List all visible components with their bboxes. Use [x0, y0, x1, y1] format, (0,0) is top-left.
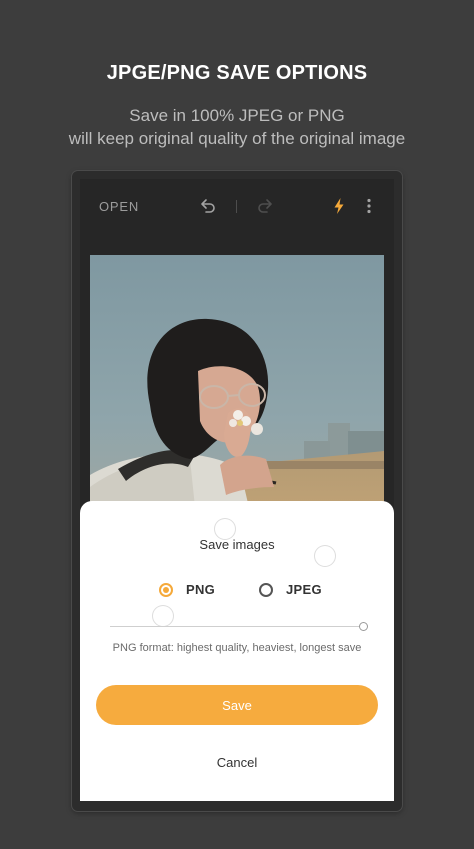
promo-title: JPGE/PNG SAVE OPTIONS: [106, 62, 368, 84]
cancel-button[interactable]: Cancel: [80, 755, 394, 770]
editor-toolbar: OPEN: [80, 179, 394, 235]
touch-ripple: [152, 605, 174, 627]
dialog-title: Save images: [199, 537, 275, 552]
flash-icon[interactable]: [328, 195, 350, 217]
png-radio[interactable]: [159, 582, 173, 597]
jpeg-option-label: JPEG: [286, 582, 322, 597]
quality-slider-handle[interactable]: [359, 622, 368, 631]
redo-icon[interactable]: [255, 195, 277, 217]
more-vert-icon[interactable]: [358, 195, 380, 217]
promo-subtitle: Save in 100% JPEG or PNG will keep origi…: [0, 104, 474, 150]
undo-icon[interactable]: [196, 195, 218, 217]
toolbar-divider: [236, 200, 237, 213]
quality-slider-track[interactable]: [110, 626, 360, 627]
save-button[interactable]: Save: [96, 685, 378, 725]
promo-subtitle-line-2: will keep original quality of the origin…: [68, 129, 406, 148]
phone-frame: OPEN Save images PNG JPEG PNG format: hi…: [72, 171, 402, 811]
save-images-dialog: Save images PNG JPEG PNG format: highest…: [80, 501, 394, 801]
promo-subtitle-line-1: Save in 100% JPEG or PNG: [129, 106, 345, 125]
app-screen: OPEN Save images PNG JPEG PNG format: hi…: [80, 179, 394, 801]
jpeg-option[interactable]: JPEG: [259, 582, 322, 597]
format-description: PNG format: highest quality, heaviest, l…: [112, 642, 362, 654]
jpeg-radio[interactable]: [259, 582, 273, 597]
png-option-label: PNG: [186, 582, 216, 597]
png-option[interactable]: PNG: [159, 582, 215, 597]
open-button[interactable]: OPEN: [99, 199, 139, 214]
